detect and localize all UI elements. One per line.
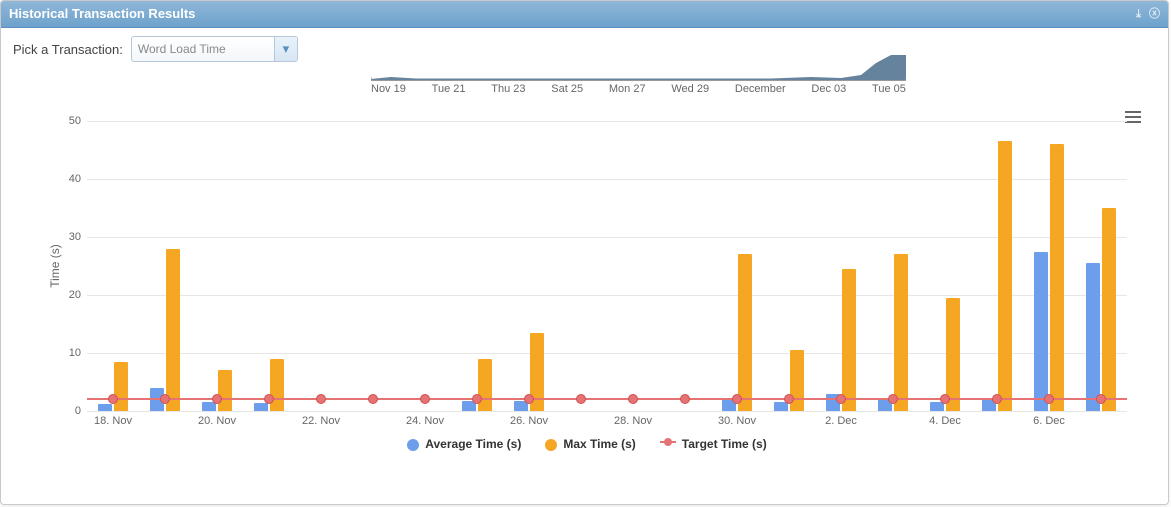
- x-tick: 28. Nov: [614, 415, 652, 427]
- nav-tick: Tue 05: [872, 83, 906, 95]
- picker-label: Pick a Transaction:: [13, 42, 123, 57]
- target-dot: [420, 394, 430, 404]
- target-dot: [472, 394, 482, 404]
- collapse-icon[interactable]: ⤓: [1136, 1, 1141, 27]
- target-dot: [160, 394, 170, 404]
- plot-area: Time (s) 01020304050: [87, 121, 1127, 411]
- target-dot: [264, 394, 274, 404]
- nav-tick: Nov 19: [371, 83, 406, 95]
- bar-max[interactable]: [1102, 208, 1116, 411]
- bar-avg[interactable]: [98, 404, 112, 411]
- target-dot: [836, 394, 846, 404]
- transaction-picker-input[interactable]: [132, 42, 274, 56]
- x-tick: 30. Nov: [718, 415, 756, 427]
- bar-max[interactable]: [946, 298, 960, 411]
- y-tick: 0: [55, 405, 81, 417]
- bar-max[interactable]: [842, 269, 856, 411]
- target-dot: [732, 394, 742, 404]
- bar-max[interactable]: [998, 141, 1012, 411]
- target-dot: [576, 394, 586, 404]
- max-swatch-icon: [545, 439, 557, 451]
- bar-avg[interactable]: [1086, 263, 1100, 411]
- x-tick: 2. Dec: [825, 415, 857, 427]
- panel-header-actions: ⤓ ⓧ: [1136, 1, 1160, 27]
- range-navigator[interactable]: Nov 19 Tue 21 Thu 23 Sat 25 Mon 27 Wed 2…: [371, 51, 906, 99]
- bar-max[interactable]: [218, 370, 232, 411]
- gridline: [87, 179, 1127, 180]
- target-dot: [940, 394, 950, 404]
- gridline: [87, 353, 1127, 354]
- legend-item-max[interactable]: Max Time (s): [545, 437, 635, 451]
- panel-header: Historical Transaction Results ⤓ ⓧ: [1, 1, 1168, 28]
- x-tick: 26. Nov: [510, 415, 548, 427]
- nav-tick: Tue 21: [432, 83, 466, 95]
- target-dot: [680, 394, 690, 404]
- target-dot: [108, 394, 118, 404]
- nav-tick: Dec 03: [811, 83, 846, 95]
- target-dot: [212, 394, 222, 404]
- gridline: [87, 121, 1127, 122]
- legend-item-target[interactable]: Target Time (s): [660, 437, 767, 451]
- nav-tick: Wed 29: [671, 83, 709, 95]
- bar-max[interactable]: [894, 254, 908, 411]
- x-axis-ticks: 18. Nov 20. Nov 22. Nov 24. Nov 26. Nov 28. N…: [87, 415, 1127, 431]
- transaction-picker[interactable]: ▾: [131, 36, 298, 62]
- y-axis-label: Time (s): [48, 244, 62, 288]
- legend-item-avg[interactable]: Average Time (s): [407, 437, 521, 451]
- target-dot: [992, 394, 1002, 404]
- panel-title: Historical Transaction Results: [9, 1, 195, 27]
- target-dot: [316, 394, 326, 404]
- nav-tick: Mon 27: [609, 83, 646, 95]
- legend-target-label: Target Time (s): [682, 437, 767, 451]
- target-line: [87, 398, 1127, 400]
- bar-avg[interactable]: [254, 403, 268, 411]
- x-tick: 24. Nov: [406, 415, 444, 427]
- target-swatch-icon: [660, 441, 676, 443]
- bar-max[interactable]: [738, 254, 752, 411]
- target-dot: [1044, 394, 1054, 404]
- chevron-down-icon[interactable]: ▾: [274, 37, 297, 61]
- avg-swatch-icon: [407, 439, 419, 451]
- bar-max[interactable]: [1050, 144, 1064, 411]
- y-tick: 50: [55, 115, 81, 127]
- legend-avg-label: Average Time (s): [425, 437, 521, 451]
- y-tick: 10: [55, 347, 81, 359]
- bar-avg[interactable]: [1034, 252, 1048, 412]
- y-tick: 20: [55, 289, 81, 301]
- legend-max-label: Max Time (s): [563, 437, 635, 451]
- bar-max[interactable]: [114, 362, 128, 411]
- bar-max[interactable]: [166, 249, 180, 411]
- navigator-ticks: Nov 19 Tue 21 Thu 23 Sat 25 Mon 27 Wed 2…: [371, 83, 906, 95]
- target-dot: [524, 394, 534, 404]
- gridline: [87, 295, 1127, 296]
- x-tick: 4. Dec: [929, 415, 961, 427]
- close-icon[interactable]: ⓧ: [1149, 1, 1160, 27]
- panel: Historical Transaction Results ⤓ ⓧ Pick …: [0, 0, 1169, 505]
- gridline: [87, 411, 1127, 412]
- nav-tick: December: [735, 83, 786, 95]
- target-dot: [628, 394, 638, 404]
- nav-tick: Thu 23: [491, 83, 525, 95]
- target-dot: [1096, 394, 1106, 404]
- x-tick: 22. Nov: [302, 415, 340, 427]
- y-tick: 30: [55, 231, 81, 243]
- legend: Average Time (s) Max Time (s) Target Tim…: [27, 437, 1147, 451]
- x-tick: 18. Nov: [94, 415, 132, 427]
- navigator-spark: [371, 51, 906, 81]
- target-dot: [368, 394, 378, 404]
- main-chart: Time (s) 01020304050 18. Nov20. Nov22. N…: [27, 111, 1147, 451]
- gridline: [87, 237, 1127, 238]
- x-tick: 6. Dec: [1033, 415, 1065, 427]
- target-dot: [784, 394, 794, 404]
- x-tick: 20. Nov: [198, 415, 236, 427]
- nav-tick: Sat 25: [551, 83, 583, 95]
- target-dot: [888, 394, 898, 404]
- y-tick: 40: [55, 173, 81, 185]
